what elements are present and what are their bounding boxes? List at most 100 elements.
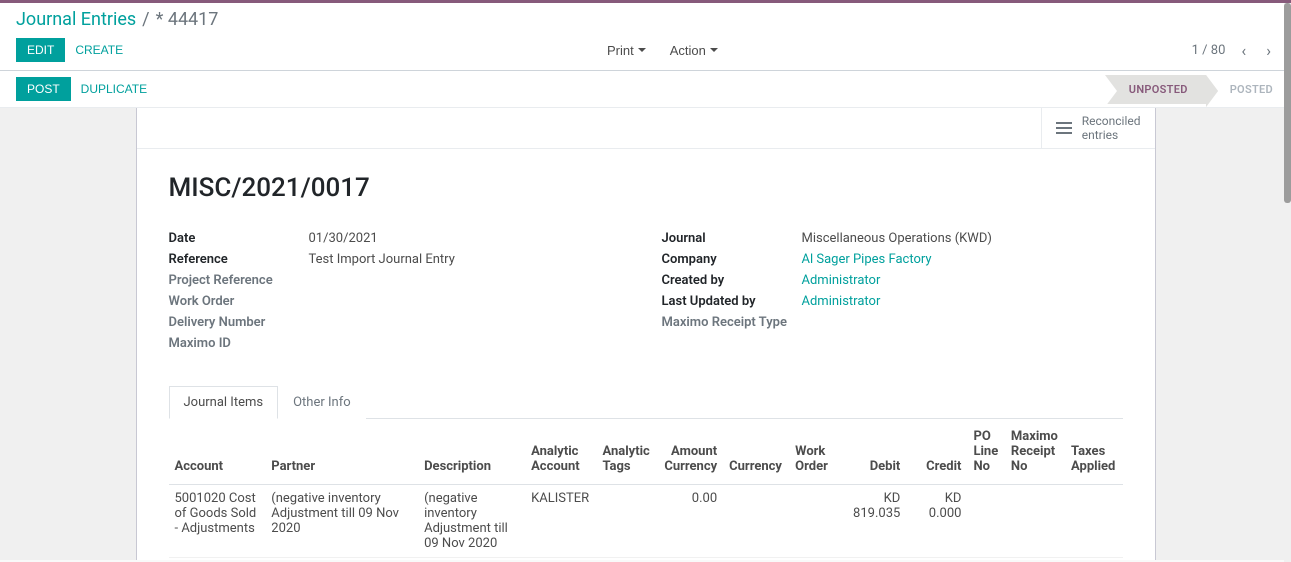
action-label: Action — [670, 43, 706, 58]
maximo-receipt-type-label: Maximo Receipt Type — [662, 315, 802, 330]
pager: 1 / 80 ‹ › — [1192, 41, 1275, 60]
cell-currency — [723, 558, 789, 561]
duplicate-button[interactable]: Duplicate — [71, 78, 157, 100]
cell-work-order — [789, 485, 835, 558]
col-work-order[interactable]: Work Order — [789, 419, 835, 485]
last-updated-by-value[interactable]: Administrator — [802, 294, 881, 309]
col-credit[interactable]: Credit — [906, 419, 967, 485]
maximo-id-label: Maximo ID — [169, 336, 309, 351]
col-account[interactable]: Account — [169, 419, 266, 485]
stat-line2: entries — [1082, 128, 1141, 142]
cell-taxes-applied — [1065, 558, 1123, 561]
col-maximo-receipt-no[interactable]: Maximo Receipt No — [1005, 419, 1065, 485]
status-bar: Post Duplicate Unposted Posted — [0, 71, 1291, 108]
field-maximo-receipt-type: Maximo Receipt Type — [662, 315, 1123, 330]
field-created-by: Created by Administrator — [662, 273, 1123, 288]
edit-button[interactable]: Edit — [16, 38, 65, 62]
field-maximo-id: Maximo ID — [169, 336, 630, 351]
field-delivery-number: Delivery Number — [169, 315, 630, 330]
table-row[interactable]: 5001020 Cost of (negative inventory (neg… — [169, 558, 1123, 561]
cell-account: 5001020 Cost of — [169, 558, 266, 561]
col-partner[interactable]: Partner — [265, 419, 418, 485]
stat-button-text: Reconciled entries — [1082, 114, 1141, 142]
pager-prev-button[interactable]: ‹ — [1237, 41, 1250, 60]
field-company: Company Al Sager Pipes Factory — [662, 252, 1123, 267]
breadcrumb-separator: / — [142, 9, 149, 30]
cell-currency — [723, 485, 789, 558]
caret-down-icon — [710, 48, 718, 52]
created-by-label: Created by — [662, 273, 802, 288]
field-date: Date 01/30/2021 — [169, 231, 630, 246]
status-unposted[interactable]: Unposted — [1105, 75, 1206, 104]
cell-credit: KD 0.000 — [906, 485, 967, 558]
fields-right: Journal Miscellaneous Operations (KWD) C… — [662, 231, 1123, 357]
col-analytic-account[interactable]: Analytic Account — [525, 419, 596, 485]
list-icon — [1056, 122, 1072, 134]
journal-label: Journal — [662, 231, 802, 246]
main-area: Reconciled entries MISC/2021/0017 Date 0… — [0, 108, 1291, 560]
col-taxes-applied[interactable]: Taxes Applied — [1065, 419, 1123, 485]
cell-partner: (negative inventory Adjustment till 09 N… — [265, 485, 418, 558]
reference-label: Reference — [169, 252, 309, 267]
breadcrumb-bar: Journal Entries / * 44417 — [0, 3, 1291, 34]
cell-amount-currency: 0.00 — [657, 558, 723, 561]
col-amount-currency[interactable]: Amount Currency — [657, 419, 723, 485]
col-po-line-no[interactable]: PO Line No — [967, 419, 1004, 485]
cell-analytic-account: KALISTER — [525, 558, 596, 561]
status-posted[interactable]: Posted — [1206, 75, 1291, 104]
fields-grid: Date 01/30/2021 Reference Test Import Jo… — [169, 231, 1123, 357]
created-by-value[interactable]: Administrator — [802, 273, 881, 288]
status-steps: Unposted Posted — [1105, 75, 1291, 104]
col-description[interactable]: Description — [418, 419, 525, 485]
table-row[interactable]: 5001020 Cost of Goods Sold - Adjustments… — [169, 485, 1123, 558]
create-button[interactable]: Create — [65, 39, 133, 61]
cell-credit: KD 3.604 — [906, 558, 967, 561]
pager-text: 1 / 80 — [1192, 43, 1226, 58]
date-label: Date — [169, 231, 309, 246]
center-actions: Print Action — [133, 39, 1192, 62]
tab-other-info[interactable]: Other Info — [278, 386, 366, 419]
tab-journal-items[interactable]: Journal Items — [169, 386, 279, 419]
cell-work-order — [789, 558, 835, 561]
control-bar: Edit Create Print Action 1 / 80 ‹ › — [0, 34, 1291, 71]
col-currency[interactable]: Currency — [723, 419, 789, 485]
table-header-row: Account Partner Description Analytic Acc… — [169, 419, 1123, 485]
status-actions: Post Duplicate — [16, 71, 157, 107]
cell-debit: KD 0.000 — [835, 558, 906, 561]
company-value[interactable]: Al Sager Pipes Factory — [802, 252, 932, 267]
cell-account: 5001020 Cost of Goods Sold - Adjustments — [169, 485, 266, 558]
cell-po-line-no — [967, 558, 1004, 561]
cell-partner: (negative inventory — [265, 558, 418, 561]
breadcrumb: Journal Entries / * 44417 — [16, 9, 218, 30]
print-dropdown[interactable]: Print — [599, 39, 654, 62]
last-updated-by-label: Last Updated by — [662, 294, 802, 309]
cell-po-line-no — [967, 485, 1004, 558]
entry-title: MISC/2021/0017 — [169, 173, 1123, 203]
work-order-label: Work Order — [169, 294, 309, 309]
breadcrumb-current: * 44417 — [156, 9, 219, 30]
date-value: 01/30/2021 — [309, 231, 378, 246]
print-label: Print — [607, 43, 634, 58]
fields-left: Date 01/30/2021 Reference Test Import Jo… — [169, 231, 630, 357]
cell-analytic-account: KALISTER — [525, 485, 596, 558]
vertical-scrollbar-thumb[interactable] — [1284, 3, 1291, 203]
pager-next-button[interactable]: › — [1262, 41, 1275, 60]
sheet-body: MISC/2021/0017 Date 01/30/2021 Reference… — [137, 149, 1155, 560]
delivery-number-label: Delivery Number — [169, 315, 309, 330]
project-reference-label: Project Reference — [169, 273, 309, 288]
cell-amount-currency: 0.00 — [657, 485, 723, 558]
stat-button-row: Reconciled entries — [137, 108, 1155, 149]
reconciled-entries-button[interactable]: Reconciled entries — [1041, 108, 1155, 148]
col-debit[interactable]: Debit — [835, 419, 906, 485]
cell-analytic-tags — [596, 558, 656, 561]
cell-debit: KD 819.035 — [835, 485, 906, 558]
post-button[interactable]: Post — [16, 77, 71, 101]
caret-down-icon — [638, 48, 646, 52]
cell-maximo-receipt-no — [1005, 485, 1065, 558]
cell-description: (negative inventory Adjustment till 09 N… — [418, 485, 525, 558]
action-dropdown[interactable]: Action — [662, 39, 726, 62]
tabs: Journal Items Other Info — [169, 385, 1123, 419]
breadcrumb-root[interactable]: Journal Entries — [16, 9, 136, 30]
reference-value: Test Import Journal Entry — [309, 252, 455, 267]
col-analytic-tags[interactable]: Analytic Tags — [596, 419, 656, 485]
